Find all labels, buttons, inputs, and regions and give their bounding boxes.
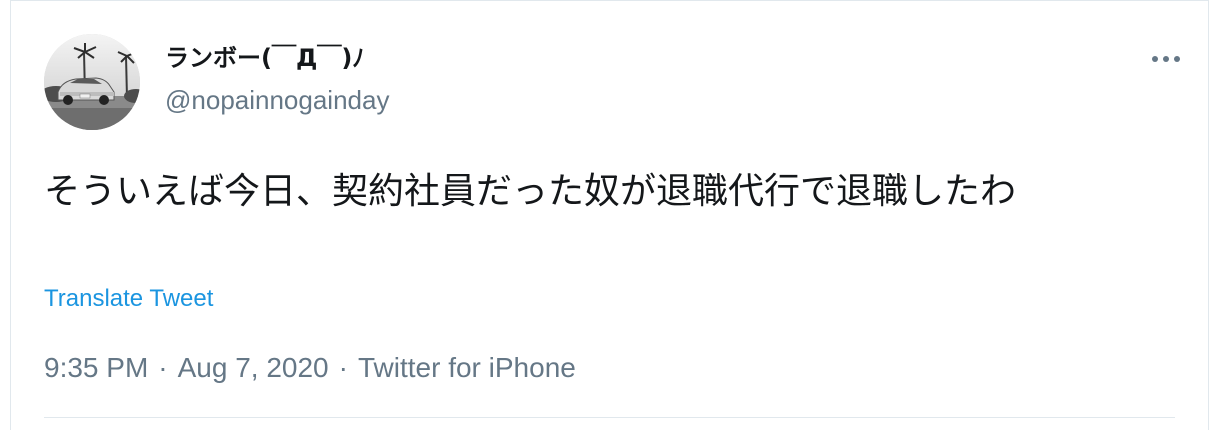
tweet-date[interactable]: Aug 7, 2020: [178, 352, 329, 383]
tweet-author: ランボー(￣Д￣)ﾉ @nopainnogainday: [165, 41, 389, 115]
author-display-name[interactable]: ランボー(￣Д￣)ﾉ: [165, 41, 389, 75]
author-handle[interactable]: @nopainnogainday: [165, 85, 389, 115]
tweet-source[interactable]: Twitter for iPhone: [358, 352, 576, 383]
tweet-text: そういえば今日、契約社員だった奴が退職代行で退職したわ: [44, 171, 1017, 212]
tweet-time[interactable]: 9:35 PM: [44, 352, 148, 383]
meta-separator: ·: [158, 352, 168, 383]
divider: [44, 417, 1175, 418]
tweet-card: ランボー(￣Д￣)ﾉ @nopainnogainday そういえば今日、契約社員…: [10, 0, 1209, 430]
more-button[interactable]: [1146, 47, 1186, 71]
tweet-meta: 9:35 PM · Aug 7, 2020 · Twitter for iPhone: [44, 351, 576, 385]
translate-tweet-link[interactable]: Translate Tweet: [44, 285, 213, 313]
avatar[interactable]: [44, 34, 140, 130]
more-horizontal-icon: [1152, 56, 1180, 62]
avatar-photo: [44, 34, 140, 130]
meta-separator: ·: [338, 352, 348, 383]
